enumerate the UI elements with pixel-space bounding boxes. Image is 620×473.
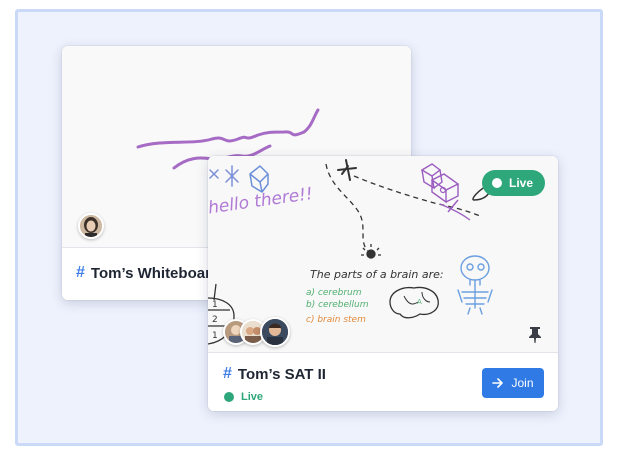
whiteboard-title-row: # Tom’s Whiteboard xyxy=(76,264,220,282)
join-button[interactable]: Join xyxy=(482,368,544,398)
whiteboard-title[interactable]: Tom’s Whiteboard xyxy=(91,265,220,282)
sat-title[interactable]: Tom’s SAT II xyxy=(238,366,326,383)
sat-canvas: hello there!! The parts of a brain are: … xyxy=(208,156,558,352)
brain-doodle xyxy=(389,286,439,319)
live-dot-icon xyxy=(491,178,502,188)
live-status-dot-icon xyxy=(224,392,234,402)
brain-label: A xyxy=(417,298,422,306)
person-avatar-icon xyxy=(262,319,288,345)
avatar[interactable] xyxy=(260,317,290,347)
pin-button[interactable] xyxy=(528,326,542,349)
live-badge: Live xyxy=(481,170,545,196)
brain-item-3: c) brain stem xyxy=(306,315,366,325)
live-status: Live xyxy=(224,391,263,403)
number-3: 1 xyxy=(212,331,218,341)
brain-heading: The parts of a brain are: xyxy=(310,268,444,281)
star-doodle xyxy=(209,165,239,187)
skeleton-doodle xyxy=(457,255,493,315)
sat-title-row: # Tom’s SAT II xyxy=(223,365,326,383)
dashed-path xyxy=(325,163,369,252)
sat-card-footer: # Tom’s SAT II Live Join xyxy=(208,352,558,411)
cube-doodle xyxy=(249,165,269,193)
person-avatar-icon xyxy=(80,215,102,237)
number-1: 1 xyxy=(212,300,218,310)
brain-item-1: a) cerebrum xyxy=(306,288,362,298)
number-2: 2 xyxy=(212,315,218,325)
hash-icon: # xyxy=(76,264,85,281)
airplane-doodle xyxy=(337,159,357,181)
sat-card[interactable]: hello there!! The parts of a brain are: … xyxy=(208,156,558,411)
avatar[interactable] xyxy=(78,213,104,239)
live-status-label: Live xyxy=(241,391,264,403)
brain-item-2: b) cerebellum xyxy=(306,300,369,310)
join-button-label: Join xyxy=(511,376,534,390)
arrow-right-icon xyxy=(492,378,504,388)
live-badge-label: Live xyxy=(508,176,533,190)
pushpin-icon xyxy=(529,327,541,343)
hash-icon: # xyxy=(223,365,232,382)
